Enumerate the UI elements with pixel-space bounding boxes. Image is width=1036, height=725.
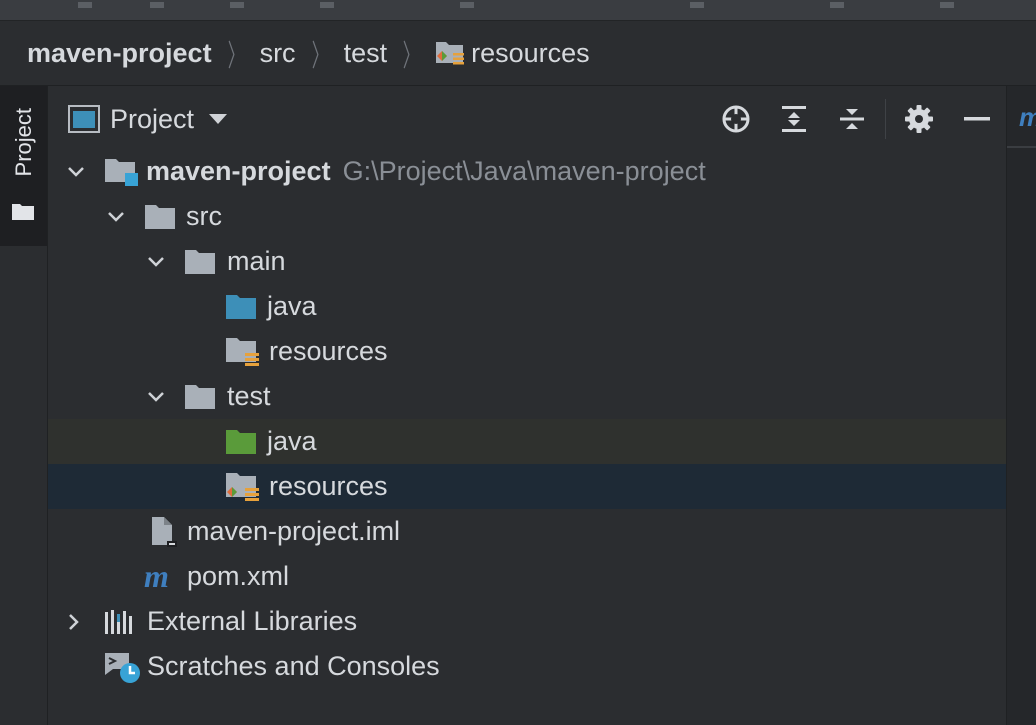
chevron-down-icon[interactable] (106, 207, 126, 227)
tree-row-scratches[interactable]: Scratches and Consoles (48, 644, 1006, 689)
library-icon (105, 610, 132, 634)
menu-item-fragment[interactable] (830, 2, 844, 8)
breadcrumb-item-resources[interactable]: resources (435, 38, 590, 69)
tree-row-label: pom.xml (187, 561, 290, 591)
tree-row-main-resources[interactable]: resources (48, 329, 1006, 374)
toolbar-divider (885, 99, 886, 139)
tree-row-label: main (227, 246, 286, 276)
chevron-down-icon[interactable] (208, 113, 228, 125)
breadcrumb-item-project[interactable]: maven-project (27, 38, 212, 69)
tree-row-label: java (267, 426, 317, 456)
folder-icon (145, 205, 175, 229)
iml-file-icon (152, 517, 177, 547)
chevron-right-icon[interactable] (64, 612, 84, 632)
project-panel: Project maven-project G:\Project\Java\ma… (48, 86, 1006, 725)
tree-row-label: maven-project.iml (187, 516, 401, 546)
menu-item-fragment[interactable] (230, 2, 244, 8)
tree-row-external-libraries[interactable]: External Libraries (48, 599, 1006, 644)
menu-item-fragment[interactable] (78, 2, 92, 8)
breadcrumb-item-resources-label: resources (471, 37, 590, 68)
tree-row-main-java[interactable]: java (48, 284, 1006, 329)
tree-row-label: resources (269, 336, 388, 366)
tree-row-label: maven-project G:\Project\Java\maven-proje… (146, 156, 706, 187)
source-folder-icon (226, 295, 256, 319)
scratches-icon (105, 653, 140, 683)
tree-row-label: src (186, 201, 222, 231)
tree-row-main[interactable]: main (48, 239, 1006, 284)
gear-icon[interactable] (890, 99, 948, 139)
expand-all-icon[interactable] (765, 99, 823, 139)
project-view-icon (68, 105, 100, 133)
tree-row-label: java (267, 291, 317, 321)
menu-bar (0, 0, 1036, 21)
menu-item-fragment[interactable] (940, 2, 954, 8)
minimize-icon[interactable] (948, 99, 1006, 139)
tree-row-test-resources[interactable]: resources (48, 464, 1006, 509)
panel-header: Project (48, 86, 1006, 152)
test-resources-folder-icon (226, 473, 259, 501)
chevron-down-icon[interactable] (146, 387, 166, 407)
tree-row-label: resources (269, 471, 388, 501)
test-resources-folder-icon (436, 42, 465, 65)
breadcrumb: maven-project 〉 src 〉 test 〉 resources (0, 21, 1036, 86)
resources-folder-icon (226, 338, 259, 366)
folder-icon (185, 385, 215, 409)
project-tab-label: Project (11, 108, 36, 177)
left-tool-window-bar: Project (0, 86, 48, 725)
test-source-folder-icon (226, 430, 256, 454)
menu-item-fragment[interactable] (460, 2, 474, 8)
module-folder-icon (105, 159, 138, 186)
folder-icon (12, 204, 34, 220)
menu-item-fragment[interactable] (150, 2, 164, 8)
tree-row-label: External Libraries (147, 606, 358, 636)
collapse-all-icon[interactable] (823, 99, 881, 139)
breadcrumb-separator: 〉 (311, 40, 328, 73)
breadcrumb-item-test[interactable]: test (344, 38, 388, 69)
breadcrumb-separator: 〉 (227, 40, 244, 73)
svg-text:m: m (144, 563, 169, 591)
panel-title[interactable]: Project (110, 104, 194, 135)
chevron-down-icon[interactable] (146, 252, 166, 272)
breadcrumb-item-src[interactable]: src (260, 38, 296, 69)
editor-edge: m (1006, 86, 1036, 725)
tree-row-maven-project[interactable]: maven-project G:\Project\Java\maven-proje… (48, 149, 1006, 194)
maven-icon: m (144, 563, 169, 591)
tree-row-label: Scratches and Consoles (147, 651, 440, 681)
maven-icon[interactable]: m (1019, 102, 1036, 133)
locate-icon[interactable] (707, 99, 765, 139)
panel-toolbar (707, 86, 1006, 152)
tree-row-label: test (227, 381, 271, 411)
breadcrumb-separator: 〉 (402, 40, 420, 73)
editor-tab-underline (1007, 146, 1036, 148)
tree-row-test[interactable]: test (48, 374, 1006, 419)
project-tree: maven-project G:\Project\Java\maven-proje… (48, 149, 1006, 689)
folder-icon (185, 250, 215, 274)
tree-row-iml-file[interactable]: maven-project.iml (48, 509, 1006, 554)
menu-item-fragment[interactable] (320, 2, 334, 8)
chevron-down-icon[interactable] (66, 162, 86, 182)
module-name: maven-project (146, 156, 331, 186)
tree-row-pom-file[interactable]: m pom.xml (48, 554, 1006, 599)
tree-row-test-java[interactable]: java (48, 419, 1006, 464)
menu-item-fragment[interactable] (690, 2, 704, 8)
project-tool-window-tab[interactable]: Project (0, 86, 47, 246)
module-path: G:\Project\Java\maven-project (342, 156, 706, 186)
tree-row-src[interactable]: src (48, 194, 1006, 239)
